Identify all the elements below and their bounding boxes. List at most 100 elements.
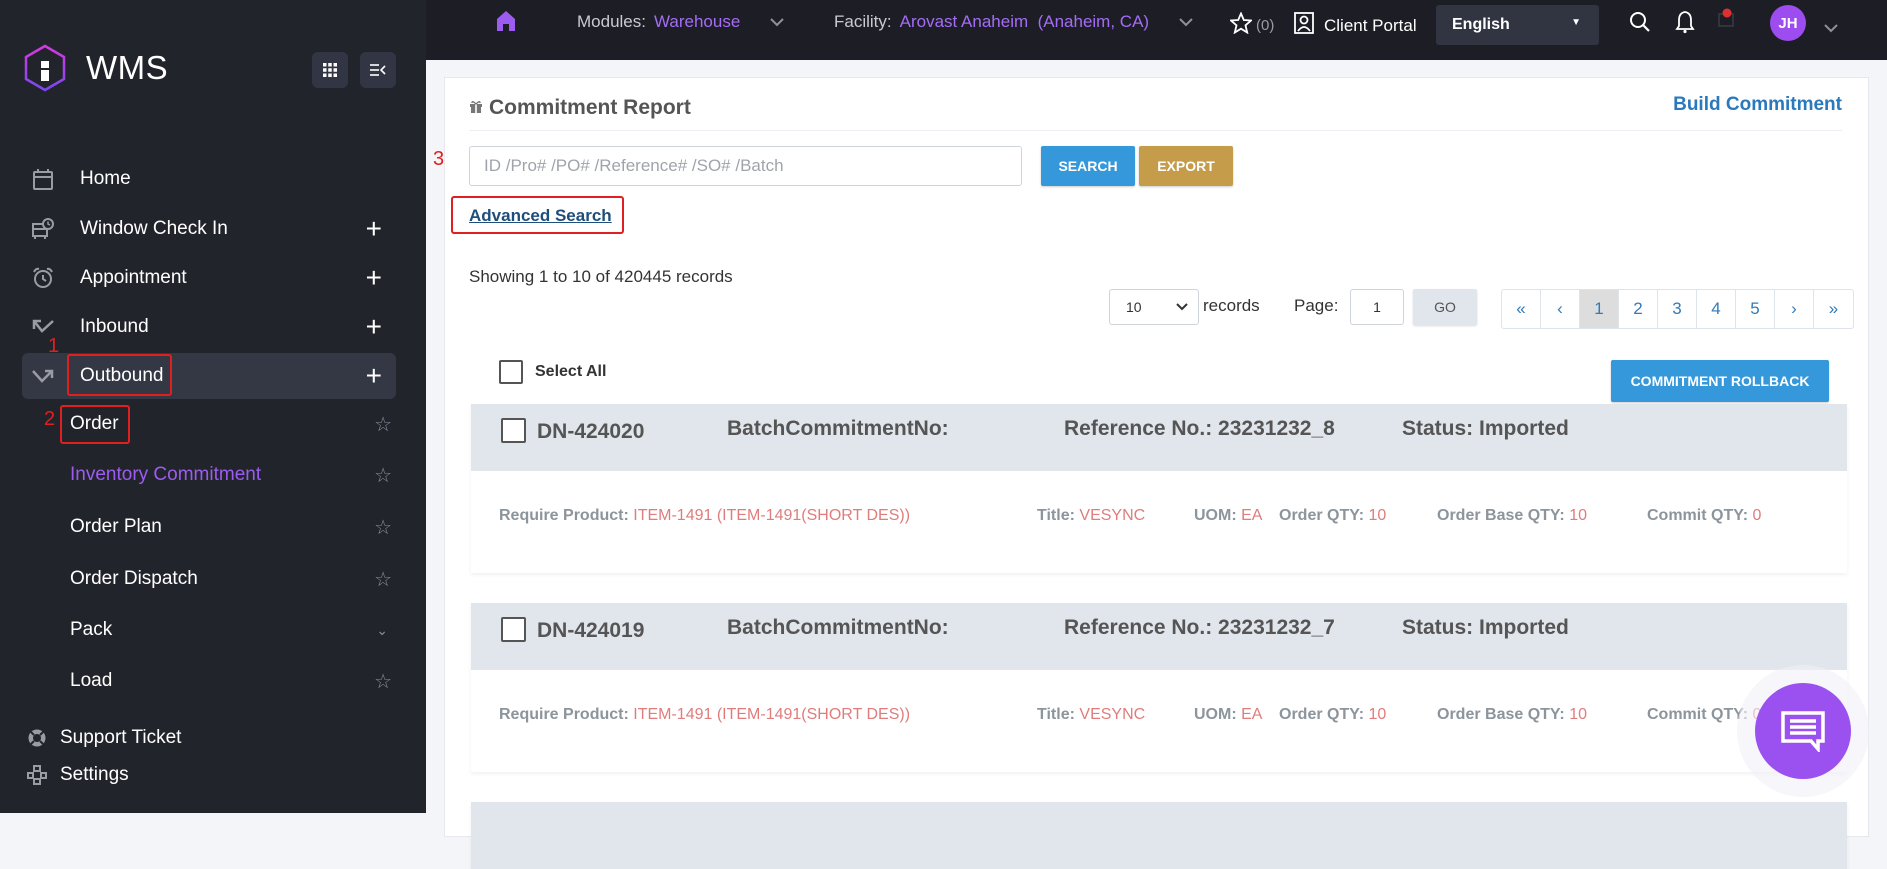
chevron-down-icon[interactable]: [1824, 18, 1838, 38]
sidebar-subitem-label: Load: [70, 670, 113, 691]
favorite-star-icon[interactable]: ☆: [374, 567, 392, 592]
sidebar-subitem-load[interactable]: Load ☆: [70, 661, 396, 701]
commitment-rollback-button[interactable]: COMMITMENT ROLLBACK: [1611, 360, 1829, 402]
calendar-icon: [28, 168, 58, 190]
chevron-down-icon[interactable]: ⌄: [376, 622, 388, 639]
field-value: 0: [1752, 507, 1762, 524]
caret-down-icon: ▼: [1571, 17, 1581, 28]
apps-grid-button[interactable]: [312, 52, 348, 88]
expand-plus-icon[interactable]: +: [366, 311, 382, 343]
uom-field: UOM: EA: [1194, 706, 1262, 724]
favorite-star-icon[interactable]: ☆: [374, 669, 392, 694]
pagination-page[interactable]: 3: [1658, 290, 1697, 328]
pagination-page[interactable]: 4: [1697, 290, 1736, 328]
order-status: Status: Imported: [1402, 616, 1569, 639]
field-label: Require Product:: [499, 706, 629, 723]
app-logo[interactable]: WMS: [24, 44, 168, 92]
field-label: Order Base QTY:: [1437, 706, 1565, 723]
favorite-star-icon[interactable]: ☆: [374, 515, 392, 540]
search-icon[interactable]: [1629, 11, 1651, 38]
expand-plus-icon[interactable]: +: [366, 360, 382, 392]
go-button[interactable]: GO: [1413, 289, 1477, 325]
page-number-input[interactable]: [1350, 289, 1404, 325]
chevron-down-icon: [1179, 14, 1193, 30]
sidebar-item-label: Appointment: [80, 267, 187, 288]
commitment-report-panel: Commitment Report Build Commitment SEARC…: [433, 77, 1869, 869]
records-per-page-select[interactable]: 10: [1109, 289, 1199, 325]
favorites-button[interactable]: (0): [1228, 11, 1274, 39]
field-value: VESYNC: [1079, 706, 1146, 723]
order-card-header: DN-424020 BatchCommitmentNo: Reference N…: [471, 404, 1847, 471]
expand-plus-icon[interactable]: +: [366, 213, 382, 245]
sidebar-item-window-check-in[interactable]: Window Check In +: [22, 206, 396, 252]
build-commitment-link[interactable]: Build Commitment: [1673, 94, 1842, 116]
sidebar-item-home[interactable]: Home: [22, 156, 396, 202]
order-base-qty-field: Order Base QTY: 10: [1437, 507, 1587, 525]
chat-support-button[interactable]: [1755, 683, 1851, 779]
sidebar-item-label: Settings: [60, 764, 129, 785]
sidebar-subitem-label: Order Dispatch: [70, 568, 198, 589]
modules-label: Modules:: [577, 12, 646, 31]
batch-commitment-no: BatchCommitmentNo:: [727, 417, 949, 440]
order-card-body: Require Product: ITEM-1491 (ITEM-1491(SH…: [471, 471, 1847, 573]
sidebar-subitem-pack[interactable]: Pack ⌄: [70, 610, 396, 650]
client-portal-label: Client Portal: [1324, 15, 1417, 35]
pagination-last[interactable]: »: [1814, 290, 1853, 328]
pagination-next[interactable]: ›: [1775, 290, 1814, 328]
select-all-checkbox[interactable]: [499, 360, 523, 384]
sidebar-item-label: Window Check In: [80, 218, 228, 239]
require-product-field: Require Product: ITEM-1491 (ITEM-1491(SH…: [499, 507, 910, 525]
favorite-star-icon[interactable]: ☆: [374, 463, 392, 488]
title-divider: [469, 130, 1842, 131]
sidebar-subitem-inventory-commitment[interactable]: Inventory Commitment ☆: [70, 455, 396, 495]
favorite-star-icon[interactable]: ☆: [374, 412, 392, 437]
sidebar-item-label: Inbound: [80, 316, 149, 337]
modules-selector[interactable]: Modules: Warehouse: [577, 12, 785, 32]
order-qty-field: Order QTY: 10: [1279, 706, 1386, 724]
modules-value: Warehouse: [653, 12, 741, 31]
advanced-search-link[interactable]: Advanced Search: [469, 206, 612, 226]
select-all[interactable]: Select All: [499, 360, 606, 384]
search-button[interactable]: SEARCH: [1041, 146, 1135, 186]
bell-icon[interactable]: [1675, 10, 1695, 39]
field-value: EA: [1241, 507, 1263, 524]
require-product-field: Require Product: ITEM-1491 (ITEM-1491(SH…: [499, 706, 910, 724]
app-name: WMS: [86, 49, 169, 86]
collapse-sidebar-button[interactable]: [360, 52, 396, 88]
uom-field: UOM: EA: [1194, 507, 1262, 525]
expand-plus-icon[interactable]: +: [366, 262, 382, 294]
pagination-prev[interactable]: ‹: [1541, 290, 1580, 328]
sidebar-item-appointment[interactable]: Appointment +: [22, 255, 396, 301]
annotation-highlight-box: [60, 405, 130, 444]
client-portal-link[interactable]: Client Portal: [1294, 12, 1417, 39]
sidebar-item-support-ticket[interactable]: Support Ticket: [26, 723, 181, 753]
reference-no: Reference No.: 23231232_8: [1064, 417, 1335, 440]
language-select[interactable]: English ▼: [1436, 5, 1599, 45]
user-avatar[interactable]: JH: [1770, 5, 1806, 41]
sidebar-subitem-order-dispatch[interactable]: Order Dispatch ☆: [70, 559, 396, 599]
message-notification-icon[interactable]: [1718, 8, 1734, 35]
order-checkbox[interactable]: [501, 617, 526, 642]
star-icon: [1228, 11, 1254, 39]
field-value: 10: [1569, 706, 1587, 723]
pagination-page[interactable]: 2: [1619, 290, 1658, 328]
lifebuoy-icon: [26, 728, 48, 748]
settings-icon: [26, 765, 48, 785]
sidebar-item-inbound[interactable]: Inbound +: [22, 304, 396, 350]
export-button[interactable]: EXPORT: [1139, 146, 1233, 186]
inbound-arrow-icon: [28, 319, 58, 335]
field-value: 10: [1569, 507, 1587, 524]
order-checkbox[interactable]: [501, 418, 526, 443]
field-label: Order QTY:: [1279, 507, 1365, 524]
field-label: Title:: [1037, 507, 1075, 524]
search-input[interactable]: [469, 146, 1022, 186]
alarm-clock-icon: [28, 267, 58, 289]
sidebar-item-settings[interactable]: Settings: [26, 760, 129, 790]
facility-selector[interactable]: Facility: Arovast Anaheim (Anaheim, CA): [834, 12, 1193, 32]
pagination-first[interactable]: «: [1502, 290, 1541, 328]
order-card-header: DN-424019 BatchCommitmentNo: Reference N…: [471, 603, 1847, 670]
pagination-page[interactable]: 1: [1580, 290, 1619, 328]
pagination-page[interactable]: 5: [1736, 290, 1775, 328]
home-icon[interactable]: [496, 10, 516, 37]
sidebar-subitem-order-plan[interactable]: Order Plan ☆: [70, 507, 396, 547]
